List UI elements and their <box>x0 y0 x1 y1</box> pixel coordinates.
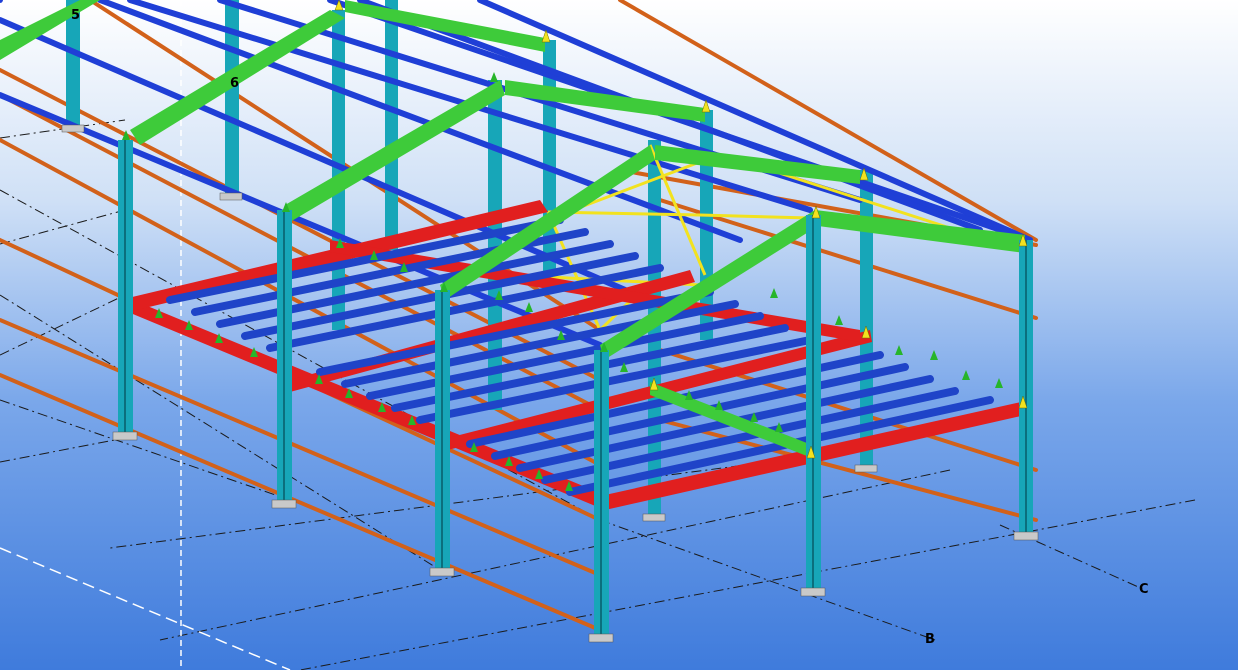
base-plate <box>112 431 138 441</box>
base-plate <box>219 192 243 201</box>
base-plate <box>1013 531 1039 541</box>
column <box>385 0 398 250</box>
base-plate <box>271 499 297 509</box>
grid-label-5: 5 <box>71 8 80 23</box>
base-plate <box>854 464 878 473</box>
grid-label-b: B <box>925 632 935 647</box>
model-3d-viewport[interactable]: 5 6 B C <box>0 0 1238 670</box>
base-plate <box>588 633 614 643</box>
base-plate <box>429 567 455 577</box>
column <box>488 80 502 410</box>
grid-label-c: C <box>1139 582 1149 597</box>
base-plate <box>61 124 85 133</box>
grid-label-6: 6 <box>230 76 239 91</box>
base-plate <box>800 587 826 597</box>
base-plate <box>642 513 666 522</box>
steel-structure-scene[interactable]: 5 6 B C <box>0 0 1238 670</box>
